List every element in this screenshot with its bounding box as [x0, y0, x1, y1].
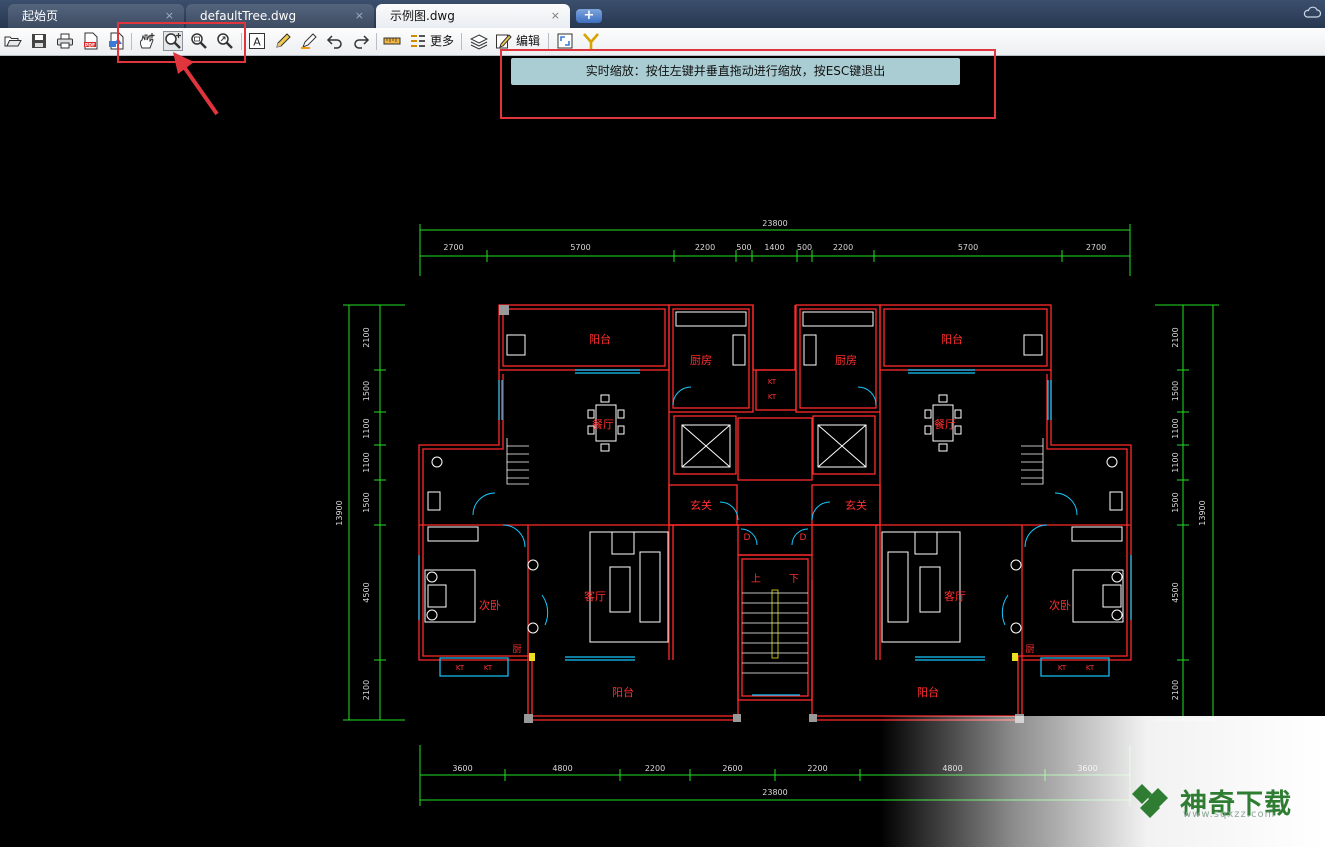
tab-label: 示例图.dwg [390, 9, 455, 23]
dimension-text: 1100 [362, 418, 371, 438]
dimension-text: 2600 [722, 764, 742, 773]
dimension-text: 1500 [362, 492, 371, 512]
doors [472, 386, 1078, 626]
more-button[interactable]: 更多 [430, 33, 454, 50]
highlighter-icon[interactable] [300, 32, 318, 50]
room-label: 厨房 [690, 354, 712, 367]
dimension-text: 2200 [833, 243, 853, 252]
dimension-text: 5700 [958, 243, 978, 252]
print-icon[interactable] [56, 32, 74, 50]
ac-label: KT [768, 378, 777, 386]
dimension-text: 1500 [1171, 381, 1180, 401]
stair-down-label: 下 [789, 574, 799, 585]
dimension-text: 1100 [362, 452, 371, 472]
watermark-url: www.sqxzz.com [1183, 809, 1276, 820]
room-label: 餐厅 [592, 417, 614, 431]
stair-up-label: 上 [751, 573, 761, 585]
dimension-text: 2200 [645, 764, 665, 773]
dimension-text: 2100 [362, 680, 371, 700]
ac-label: KT [1086, 664, 1095, 672]
dimension-text: 2100 [362, 327, 371, 347]
ac-label: KT [1058, 664, 1067, 672]
dimension-text: 2200 [695, 243, 715, 252]
room-label: 阳台 [941, 332, 963, 346]
dimension-text: 23800 [762, 788, 787, 797]
dimension-text: 1100 [1171, 452, 1180, 472]
add-tab-button[interactable]: + [576, 9, 602, 23]
room-label: 次卧 [479, 598, 501, 612]
room-label: 厨房 [835, 354, 857, 367]
room-label: 玄关 [690, 498, 712, 512]
windows [418, 369, 1132, 696]
dimension-text: 4800 [552, 764, 572, 773]
dimension-text: 1100 [1171, 418, 1180, 438]
dimension-ticks [374, 250, 1189, 781]
dimension-text: 2700 [1086, 243, 1106, 252]
room-label: 阳台 [917, 685, 939, 699]
dimension-text: 1400 [764, 243, 784, 252]
pencil-icon[interactable] [274, 32, 292, 50]
dimension-text: 1500 [1171, 492, 1180, 512]
text-tool-icon[interactable]: A [248, 32, 266, 50]
cloud-icon[interactable] [1303, 6, 1321, 18]
elevators [681, 424, 867, 468]
room-label: 厨 [1025, 644, 1034, 655]
watermark-logo-icon [1132, 784, 1168, 818]
room-label: 次卧 [1049, 598, 1071, 612]
dimension-text: 2100 [1171, 680, 1180, 700]
room-label: 阳台 [589, 332, 611, 346]
layers-icon[interactable] [470, 32, 488, 50]
dimension-text: 500 [736, 243, 751, 252]
measure-icon[interactable] [383, 32, 401, 50]
dimension-text: 4500 [362, 582, 371, 602]
tab-close-icon[interactable]: × [551, 4, 560, 28]
room-label: 客厅 [944, 589, 966, 603]
ac-label: KT [456, 664, 465, 672]
open-icon[interactable] [4, 32, 22, 50]
tab-example-drawing[interactable]: 示例图.dwg × [376, 4, 570, 28]
room-label: 厨 [512, 644, 521, 655]
dimension-text: 2200 [807, 764, 827, 773]
dimension-text: 2100 [1171, 327, 1180, 347]
svg-text:A: A [253, 36, 261, 49]
edit-button[interactable]: 编辑 [516, 33, 540, 50]
room-label: 阳台 [612, 685, 634, 699]
save-icon[interactable] [30, 32, 48, 50]
dimension-text: 13900 [335, 500, 344, 525]
dimension-text: 13900 [1198, 500, 1207, 525]
dimension-text: 2700 [443, 243, 463, 252]
room-label: 客厅 [584, 589, 606, 603]
furniture [424, 311, 1124, 643]
room-label: D [800, 533, 807, 543]
edit-icon[interactable] [495, 32, 513, 50]
tab-close-icon[interactable]: × [355, 4, 364, 28]
redo-icon[interactable] [352, 32, 370, 50]
filter-y-icon[interactable] [582, 32, 600, 50]
annotation-box-hint [500, 49, 996, 119]
dimension-text: 4500 [1171, 582, 1180, 602]
annotation-arrow-icon [173, 52, 219, 116]
more-tools-icon[interactable] [409, 32, 427, 50]
svg-text:PDF: PDF [85, 42, 95, 48]
dimension-text: 500 [797, 243, 812, 252]
dimension-text: 23800 [762, 219, 787, 228]
dimension-text: 5700 [570, 243, 590, 252]
undo-icon[interactable] [326, 32, 344, 50]
fullscreen-icon[interactable] [556, 32, 574, 50]
export-pdf-icon[interactable]: PDF [82, 32, 100, 50]
room-label: 餐厅 [934, 417, 956, 431]
room-label: 玄关 [845, 498, 867, 512]
dimension-text: 1500 [362, 381, 371, 401]
tab-label: 起始页 [22, 9, 59, 23]
ac-label: KT [484, 664, 493, 672]
ac-label: KT [768, 393, 777, 401]
room-label: D [744, 533, 751, 543]
room-labels: 阳台 阳台 厨房 厨房 餐厅 餐厅 玄关 玄关 客厅 客厅 次卧 次卧 阳台 阳… [456, 332, 1095, 699]
dimension-text: 3600 [452, 764, 472, 773]
tab-label: defaultTree.dwg [200, 9, 297, 23]
